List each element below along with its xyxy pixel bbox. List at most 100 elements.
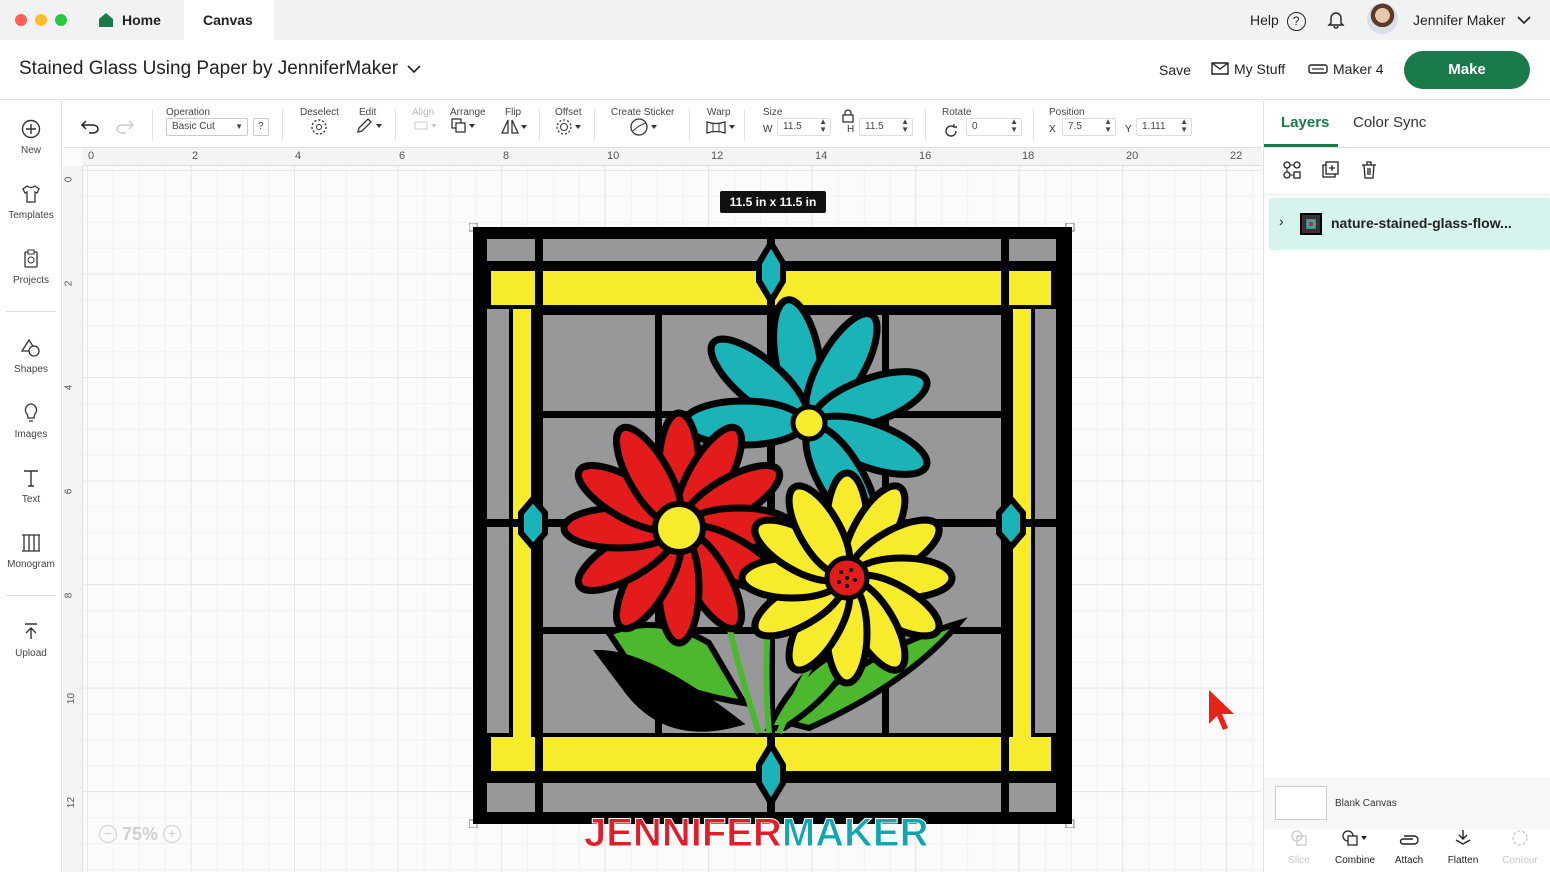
images-label: Images — [14, 429, 48, 440]
templates-button[interactable]: Templates — [0, 184, 62, 221]
templates-label: Templates — [8, 210, 54, 221]
layer-thumbnail — [1300, 213, 1322, 235]
text-t-icon — [0, 468, 62, 492]
contour-button[interactable]: Contour — [1493, 829, 1547, 866]
y-prefix: Y — [1125, 124, 1132, 135]
ruler-tick: 14 — [815, 150, 828, 162]
upload-button[interactable]: Upload — [0, 622, 62, 659]
close-window-button[interactable] — [15, 14, 27, 26]
machine-icon — [1308, 64, 1328, 74]
tab-canvas[interactable]: Canvas — [184, 0, 274, 40]
deselect-label: Deselect — [300, 107, 339, 118]
ruler-tick: 22 — [1230, 150, 1243, 162]
ruler-tick: 2 — [192, 150, 199, 162]
watermark-jennifer: JENNIFER — [584, 811, 783, 856]
tab-color-sync[interactable]: Color Sync — [1353, 101, 1426, 145]
sticker-icon[interactable] — [629, 118, 659, 140]
paperclip-icon — [1382, 829, 1436, 855]
minimize-window-button[interactable] — [35, 14, 47, 26]
ruler-tick: 4 — [63, 384, 75, 391]
size-tooltip: 11.5 in x 11.5 in — [720, 191, 826, 213]
mouse-cursor-icon — [1207, 688, 1239, 739]
stepper-icon: ▲ ▼ — [1180, 117, 1188, 134]
edit-pencil-icon[interactable] — [356, 118, 382, 138]
projects-icon — [0, 249, 62, 273]
shapes-label: Shapes — [14, 364, 48, 375]
ruler-tick: 10 — [66, 692, 78, 705]
operation-help-button[interactable]: ? — [253, 118, 269, 136]
position-y-input[interactable]: 1.111 ▲ ▼ — [1136, 118, 1192, 136]
tab-layers-label: Layers — [1281, 114, 1330, 131]
my-stuff-button[interactable]: My Stuff — [1211, 60, 1285, 78]
slice-icon — [1272, 829, 1326, 855]
stepper-icon: ▲ ▼ — [819, 117, 827, 134]
ruler-tick: 20 — [1126, 150, 1139, 162]
blank-canvas-row[interactable]: Blank Canvas — [1264, 777, 1550, 829]
notifications-bell-icon[interactable] — [1326, 9, 1346, 34]
combine-button[interactable]: Combine — [1328, 829, 1382, 866]
x-prefix: X — [1049, 124, 1056, 135]
stained-glass-design[interactable] — [469, 223, 1079, 828]
monogram-label: Monogram — [7, 559, 55, 570]
blank-canvas-swatch[interactable] — [1275, 786, 1327, 820]
layers-panel: Layers Color Sync › nature-stained-glass… — [1263, 101, 1550, 872]
zoom-in-icon[interactable]: + — [163, 825, 182, 843]
height-input[interactable]: 11.5 ▲ ▼ — [859, 118, 913, 136]
trash-icon[interactable] — [1359, 160, 1379, 185]
offset-icon[interactable] — [556, 118, 584, 140]
projects-button[interactable]: Projects — [0, 249, 62, 286]
watermark-logo: JENNIFERMAKER — [584, 811, 929, 856]
ruler-tick: 8 — [503, 150, 510, 162]
monogram-icon — [0, 533, 62, 557]
monogram-button[interactable]: Monogram — [0, 533, 62, 570]
design-canvas[interactable]: 0 2 4 6 8 10 12 14 16 18 20 22 0 2 4 6 8… — [63, 148, 1262, 872]
text-button[interactable]: Text — [0, 468, 62, 505]
position-x-input[interactable]: 7.5 ▲ ▼ — [1062, 118, 1116, 136]
tab-home[interactable]: Home — [84, 0, 184, 40]
rotate-label: Rotate — [942, 107, 972, 118]
maximize-window-button[interactable] — [55, 14, 67, 26]
ruler-horizontal: 0 2 4 6 8 10 12 14 16 18 20 22 — [83, 148, 1262, 166]
edit-toolbar: Operation Basic Cut ▼ ? Deselect Edit Al… — [64, 101, 1262, 148]
project-title-dropdown[interactable]: Stained Glass Using Paper by JenniferMak… — [19, 58, 421, 80]
zoom-out-icon[interactable]: − — [99, 825, 117, 843]
redo-icon[interactable] — [115, 118, 135, 139]
shapes-button[interactable]: Shapes — [0, 338, 62, 375]
user-menu[interactable]: Jennifer Maker — [1413, 10, 1532, 30]
flatten-button[interactable]: Flatten — [1436, 829, 1490, 866]
ruler-tick: 16 — [919, 150, 932, 162]
group-icon[interactable] — [1282, 160, 1302, 185]
combine-icon — [1328, 829, 1382, 855]
tab-layers[interactable]: Layers — [1281, 101, 1329, 145]
flip-icon[interactable] — [500, 118, 529, 140]
warp-icon[interactable] — [706, 118, 736, 140]
ruler-tick: 4 — [295, 150, 302, 162]
save-button[interactable]: Save — [1159, 62, 1191, 78]
arrange-icon[interactable] — [451, 118, 477, 138]
rotate-input[interactable]: 0 ▲ ▼ — [966, 118, 1022, 136]
zoom-control: − 75% + — [99, 824, 182, 845]
attach-button[interactable]: Attach — [1382, 829, 1436, 866]
new-button[interactable]: New — [0, 119, 62, 156]
help-button[interactable]: Help ? — [1250, 10, 1306, 31]
make-button[interactable]: Make — [1404, 51, 1530, 89]
deselect-icon[interactable] — [310, 118, 328, 140]
ruler-tick: 6 — [63, 488, 75, 495]
left-design-panel: New Templates Projects Shapes Images Tex… — [0, 101, 62, 872]
undo-icon[interactable] — [80, 118, 100, 139]
layer-row[interactable]: › nature-stained-glass-flow... — [1269, 198, 1550, 250]
machine-button[interactable]: Maker 4 — [1308, 60, 1384, 78]
operation-select[interactable]: Basic Cut ▼ — [166, 118, 248, 136]
slice-label: Slice — [1288, 855, 1310, 866]
images-button[interactable]: Images — [0, 403, 62, 440]
chevron-right-icon[interactable]: › — [1279, 213, 1284, 229]
width-input[interactable]: 11.5 ▲ ▼ — [777, 118, 831, 136]
layer-name: nature-stained-glass-flow... — [1331, 215, 1512, 231]
watermark-maker: MAKER — [781, 811, 929, 856]
my-stuff-label: My Stuff — [1234, 61, 1286, 77]
align-icon[interactable] — [413, 118, 439, 138]
slice-button[interactable]: Slice — [1272, 829, 1326, 866]
duplicate-icon[interactable] — [1321, 160, 1341, 185]
plus-circle-icon — [0, 119, 62, 143]
avatar[interactable] — [1367, 3, 1398, 34]
